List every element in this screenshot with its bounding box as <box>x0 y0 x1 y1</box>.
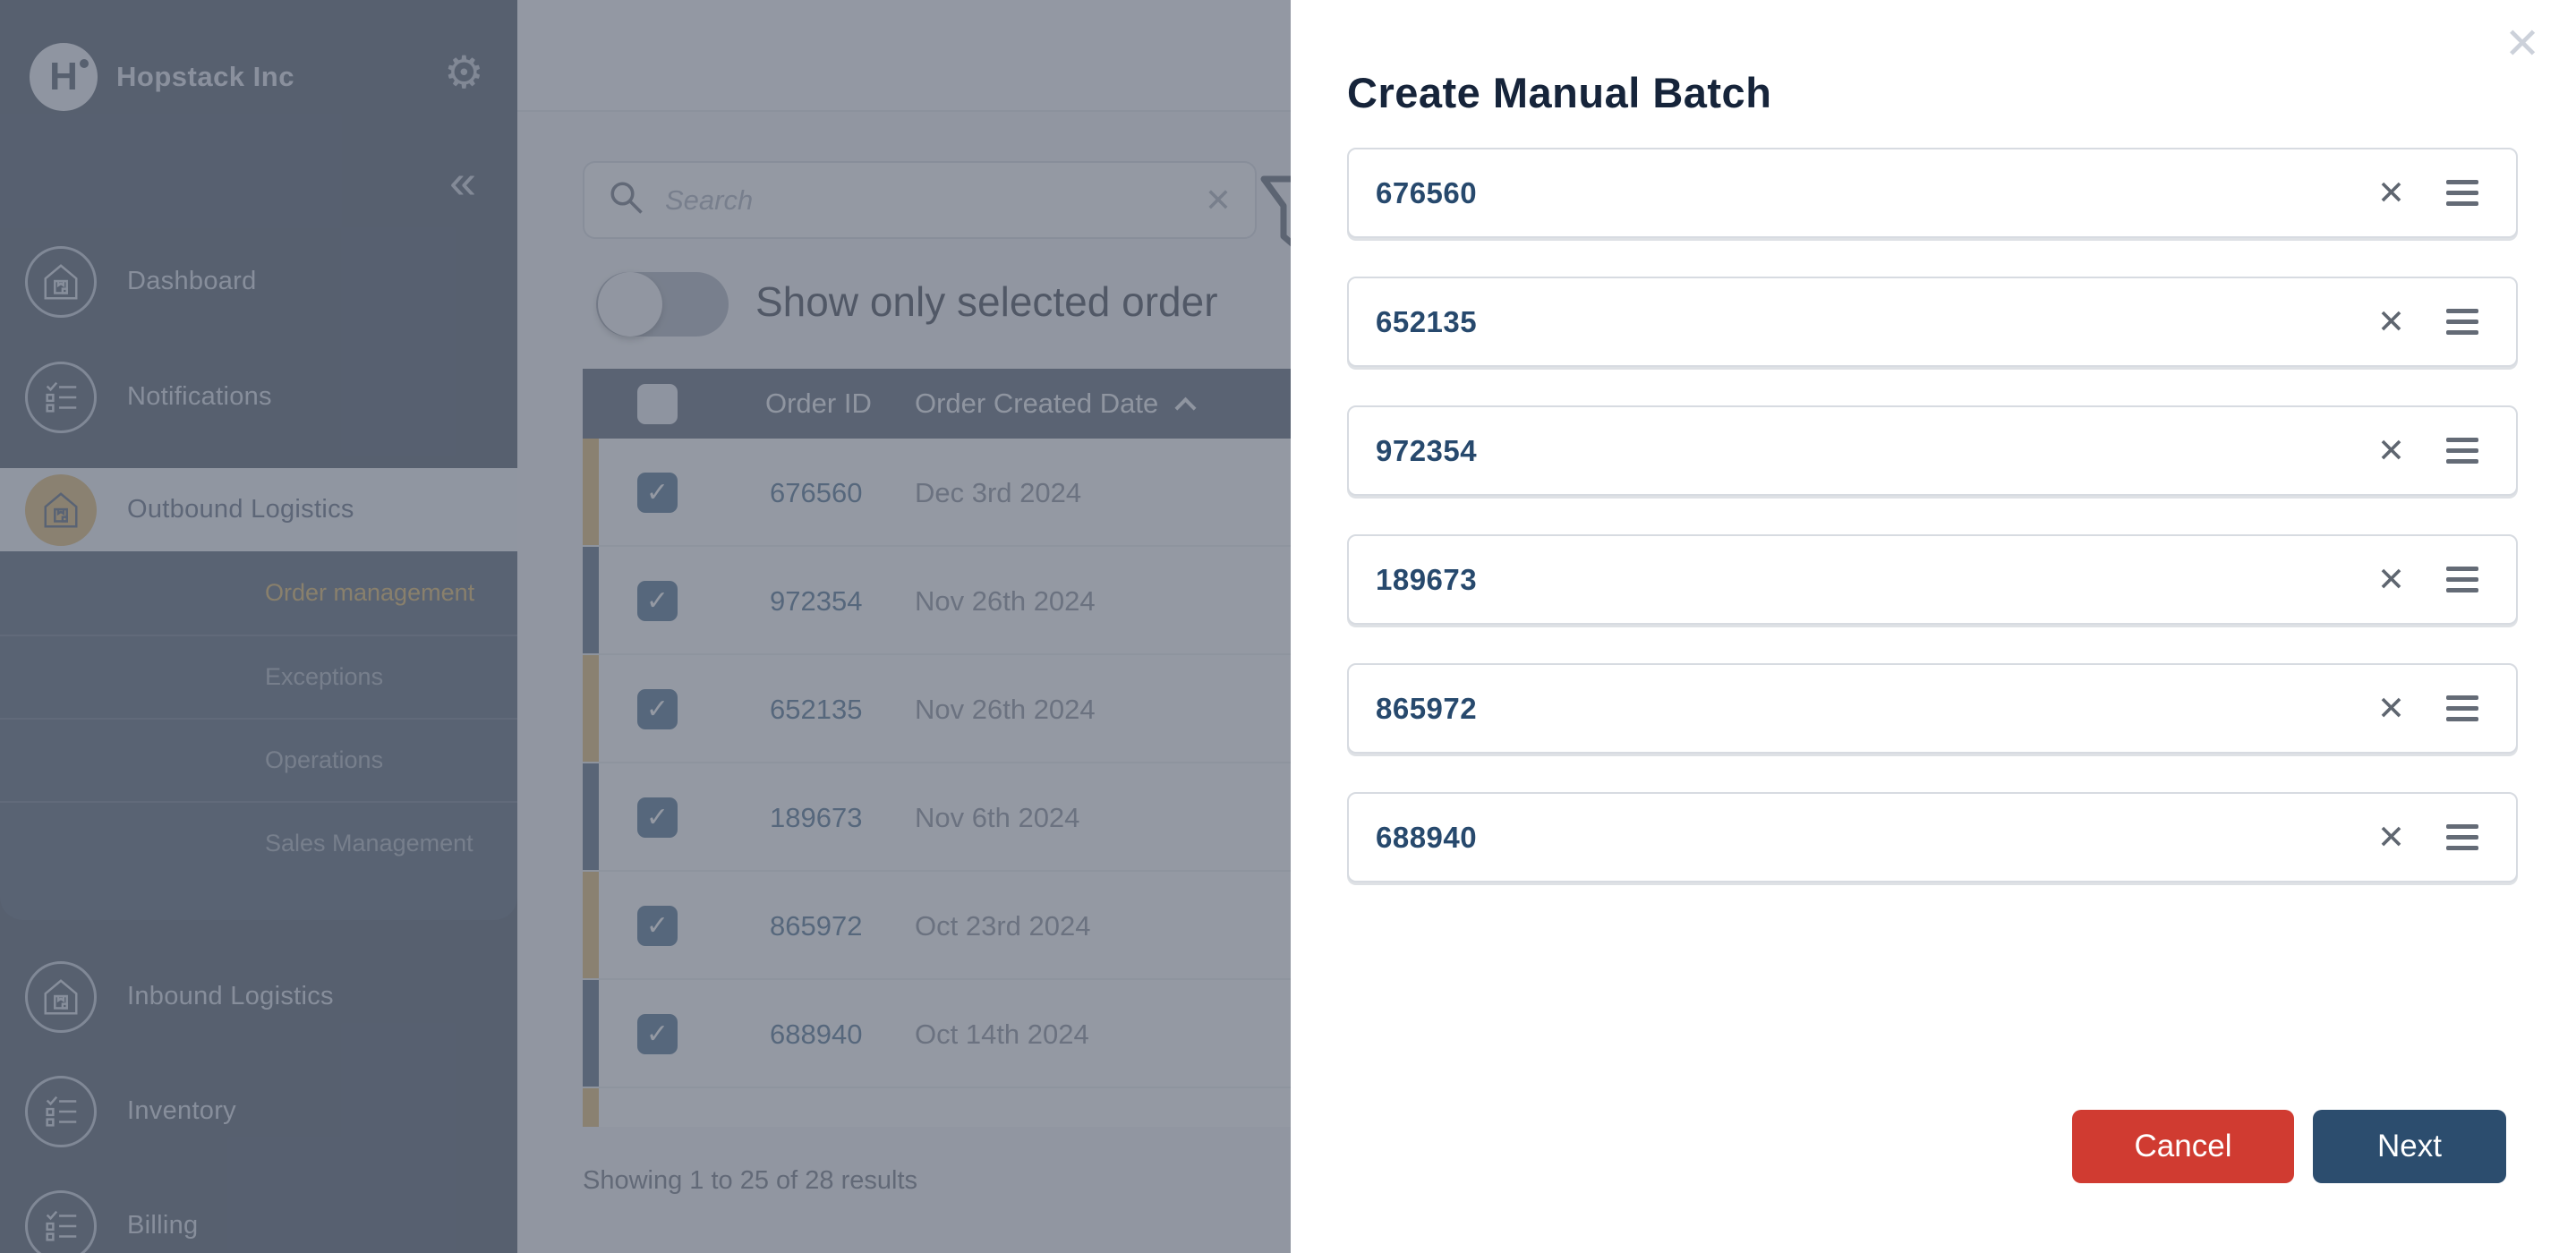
drag-handle-icon[interactable] <box>2446 567 2478 592</box>
batch-item-order-id: 688940 <box>1376 820 1478 854</box>
remove-item-icon[interactable]: ✕ <box>2377 434 2405 467</box>
batch-item[interactable]: 688940 ✕ <box>1347 792 2518 882</box>
remove-item-icon[interactable]: ✕ <box>2377 176 2405 209</box>
drag-handle-icon[interactable] <box>2446 180 2478 206</box>
batch-item-order-id: 865972 <box>1376 691 1478 725</box>
drag-handle-icon[interactable] <box>2446 695 2478 721</box>
batch-item-order-id: 652135 <box>1376 304 1478 338</box>
create-manual-batch-modal: ✕ Create Manual Batch 676560 ✕ 652135 ✕ … <box>1291 0 2576 1253</box>
batch-item[interactable]: 865972 ✕ <box>1347 663 2518 754</box>
batch-item-order-id: 972354 <box>1376 433 1478 467</box>
batch-item-order-id: 189673 <box>1376 562 1478 596</box>
close-icon[interactable]: ✕ <box>2504 23 2540 66</box>
app-root: H Hopstack Inc ⚙ « Dashboard <box>0 0 2576 1253</box>
cancel-button[interactable]: Cancel <box>2072 1110 2294 1183</box>
batch-item[interactable]: 652135 ✕ <box>1347 277 2518 367</box>
batch-item[interactable]: 676560 ✕ <box>1347 148 2518 238</box>
remove-item-icon[interactable]: ✕ <box>2377 305 2405 338</box>
remove-item-icon[interactable]: ✕ <box>2377 563 2405 596</box>
remove-item-icon[interactable]: ✕ <box>2377 821 2405 854</box>
next-button[interactable]: Next <box>2313 1110 2506 1183</box>
drag-handle-icon[interactable] <box>2446 438 2478 464</box>
batch-item[interactable]: 972354 ✕ <box>1347 405 2518 496</box>
drag-handle-icon[interactable] <box>2446 824 2478 850</box>
remove-item-icon[interactable]: ✕ <box>2377 692 2405 725</box>
modal-title: Create Manual Batch <box>1347 69 1772 116</box>
batch-item-order-id: 676560 <box>1376 175 1478 209</box>
drag-handle-icon[interactable] <box>2446 309 2478 335</box>
batch-item[interactable]: 189673 ✕ <box>1347 534 2518 625</box>
